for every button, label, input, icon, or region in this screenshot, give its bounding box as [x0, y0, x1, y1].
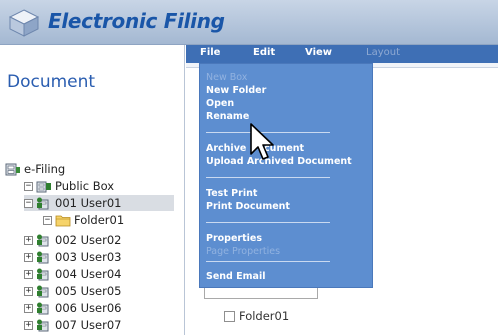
- document-heading: Document: [7, 72, 96, 92]
- expand-icon[interactable]: +: [24, 320, 33, 330]
- user-box-icon: [37, 302, 49, 315]
- cube-logo-icon: [8, 9, 40, 37]
- select-checkbox[interactable]: [224, 310, 235, 322]
- menu-separator: [206, 177, 330, 178]
- tree-item-label: Folder01: [74, 213, 125, 227]
- menu-item-test-print[interactable]: Test Print: [206, 188, 257, 199]
- tree-item-label: 006 User06: [55, 301, 122, 315]
- menu-edit[interactable]: Edit: [253, 47, 275, 58]
- user-box-icon: [37, 234, 49, 247]
- menu-item-rename[interactable]: Rename: [206, 111, 249, 122]
- collapse-icon[interactable]: −: [43, 215, 52, 225]
- expand-icon[interactable]: +: [24, 286, 33, 296]
- tree-item-user02[interactable]: + 002 User02: [24, 232, 121, 248]
- menu-bar: File Edit View Layout: [186, 45, 498, 63]
- tree-item-user04[interactable]: + 004 User04: [24, 266, 121, 282]
- tree-item-user05[interactable]: + 005 User05: [24, 283, 121, 299]
- tree-item-label: 001 User01: [55, 196, 122, 210]
- tree-item-label: 007 User07: [55, 318, 122, 332]
- menu-item-new-folder[interactable]: New Folder: [206, 85, 266, 96]
- tree-item-public-box[interactable]: − Public Box: [24, 178, 114, 194]
- menu-item-new-box: New Box: [206, 72, 248, 83]
- expand-icon[interactable]: +: [24, 303, 33, 313]
- file-menu-dropdown: New Box New Folder Open Rename Archive D…: [199, 63, 373, 288]
- collapse-icon[interactable]: −: [24, 181, 33, 191]
- menu-item-open[interactable]: Open: [206, 98, 234, 109]
- tree-item-user01[interactable]: − 001 User01: [24, 195, 174, 211]
- collapse-icon[interactable]: −: [24, 198, 33, 208]
- menu-separator: [206, 222, 330, 223]
- app-title: Electronic Filing: [48, 9, 225, 33]
- folder-list-item[interactable]: Folder01: [224, 309, 289, 323]
- menu-separator: [206, 261, 330, 262]
- user-box-icon: [37, 197, 49, 210]
- tree-item-label: 004 User04: [55, 267, 122, 281]
- folder-icon: [55, 215, 71, 227]
- menu-item-page-properties: Page Properties: [206, 246, 281, 257]
- menu-view[interactable]: View: [305, 47, 332, 58]
- menu-file[interactable]: File: [200, 47, 220, 58]
- expand-icon[interactable]: +: [24, 252, 33, 262]
- menu-item-send-email[interactable]: Send Email: [206, 271, 265, 282]
- user-box-icon: [37, 319, 49, 332]
- menu-item-print-document[interactable]: Print Document: [206, 201, 290, 212]
- menu-item-upload-archived-document[interactable]: Upload Archived Document: [206, 156, 352, 167]
- tree-item-label: 003 User03: [55, 250, 122, 264]
- user-box-icon: [37, 285, 49, 298]
- tree-item-label: 005 User05: [55, 284, 122, 298]
- user-box-icon: [37, 268, 49, 281]
- tree-item-label: e-Filing: [24, 162, 66, 176]
- filing-cabinet-icon: [5, 163, 20, 176]
- user-box-icon: [37, 251, 49, 264]
- tree-item-label: Public Box: [55, 179, 115, 193]
- tree-item-user03[interactable]: + 003 User03: [24, 249, 121, 265]
- tree-item-user07[interactable]: + 007 User07: [24, 317, 121, 333]
- tree-item-e-filing[interactable]: e-Filing: [5, 161, 65, 177]
- folder-item-label: Folder01: [239, 309, 290, 323]
- tree-item-label: 002 User02: [55, 233, 122, 247]
- expand-icon[interactable]: +: [24, 269, 33, 279]
- expand-icon[interactable]: +: [24, 235, 33, 245]
- menu-item-properties[interactable]: Properties: [206, 233, 262, 244]
- box-icon: [36, 181, 51, 193]
- menu-layout: Layout: [366, 47, 400, 58]
- app-header: Electronic Filing: [0, 0, 498, 45]
- mouse-pointer-icon: [250, 123, 274, 160]
- tree-item-user06[interactable]: + 006 User06: [24, 300, 121, 316]
- tree-item-folder01[interactable]: − Folder01: [43, 212, 124, 228]
